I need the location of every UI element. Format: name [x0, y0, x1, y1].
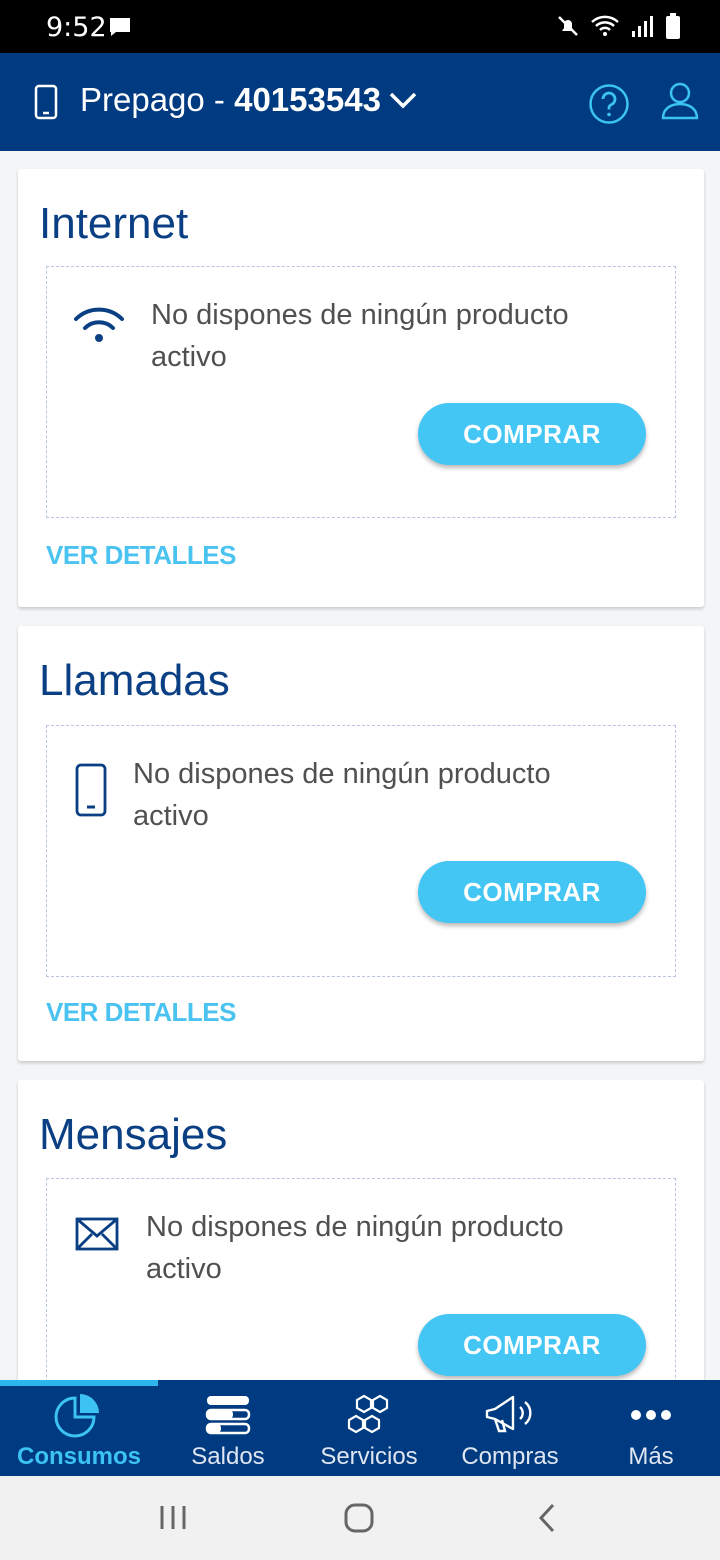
product-message: No dispones de ningún producto activo — [133, 758, 551, 832]
recent-apps-icon[interactable] — [158, 1502, 188, 1537]
card-title: Internet — [39, 199, 189, 248]
buy-button[interactable]: COMPRAR — [418, 1314, 646, 1376]
battery-icon — [666, 13, 680, 44]
buy-button[interactable]: COMPRAR — [418, 403, 646, 465]
help-icon[interactable] — [588, 83, 630, 130]
product-box: No dispones de ningún producto activo CO… — [46, 1178, 676, 1380]
signal-icon — [630, 13, 656, 44]
card-title: Mensajes — [39, 1110, 228, 1159]
calls-card: Llamadas No dispones de ningún producto … — [18, 626, 704, 1061]
line-number: 40153543 — [234, 81, 381, 118]
nav-label: Consumos — [16, 1443, 141, 1470]
status-bar: 9:52 — [0, 0, 720, 53]
system-nav-bar — [0, 1476, 720, 1560]
product-message: No dispones de ningún producto activo — [151, 299, 569, 373]
nav-label: Más — [628, 1443, 674, 1470]
megaphone-icon — [438, 1392, 582, 1438]
messages-card: Mensajes No dispones de ningún producto … — [18, 1080, 704, 1380]
nav-label: Compras — [461, 1443, 559, 1470]
bottom-nav: Consumos Saldos Servicios Compras Más — [0, 1380, 720, 1476]
view-details-link[interactable]: VER DETALLES — [46, 540, 236, 571]
buy-button[interactable]: COMPRAR — [418, 861, 646, 923]
back-icon[interactable] — [536, 1502, 558, 1539]
balance-bars-icon — [156, 1392, 300, 1438]
user-profile-icon[interactable] — [660, 80, 700, 125]
product-message: No dispones de ningún producto activo — [146, 1211, 564, 1285]
plan-type-label: Prepago - — [80, 81, 235, 118]
status-time: 9:52 — [46, 12, 107, 43]
nav-servicios[interactable]: Servicios — [297, 1380, 441, 1476]
nav-compras[interactable]: Compras — [438, 1380, 582, 1476]
wifi-icon — [73, 305, 125, 350]
app-header: Prepago - 40153543 — [0, 53, 720, 151]
nav-label: Servicios — [320, 1443, 418, 1470]
pie-chart-icon — [7, 1392, 151, 1438]
mute-icon — [556, 14, 580, 43]
envelope-icon — [75, 1217, 119, 1256]
card-title: Llamadas — [39, 656, 230, 705]
message-notification-icon — [108, 16, 132, 43]
consumption-list[interactable]: Internet No dispones de ningún producto … — [0, 151, 720, 1380]
internet-card: Internet No dispones de ningún producto … — [18, 169, 704, 607]
home-icon[interactable] — [343, 1502, 375, 1539]
status-icons — [556, 13, 680, 44]
product-box: No dispones de ningún producto activo CO… — [46, 266, 676, 518]
chevron-down-icon[interactable] — [388, 91, 418, 116]
hexagons-icon — [297, 1392, 441, 1438]
nav-label: Saldos — [191, 1443, 265, 1470]
product-box: No dispones de ningún producto activo CO… — [46, 725, 676, 977]
nav-consumos[interactable]: Consumos — [7, 1380, 151, 1476]
line-selector[interactable]: Prepago - 40153543 — [80, 81, 381, 119]
nav-saldos[interactable]: Saldos — [156, 1380, 300, 1476]
phone-line-icon — [34, 84, 58, 125]
view-details-link[interactable]: VER DETALLES — [46, 997, 236, 1028]
more-dots-icon — [579, 1392, 720, 1438]
wifi-status-icon — [590, 14, 620, 43]
nav-mas[interactable]: Más — [579, 1380, 720, 1476]
mobile-phone-icon — [75, 763, 107, 822]
